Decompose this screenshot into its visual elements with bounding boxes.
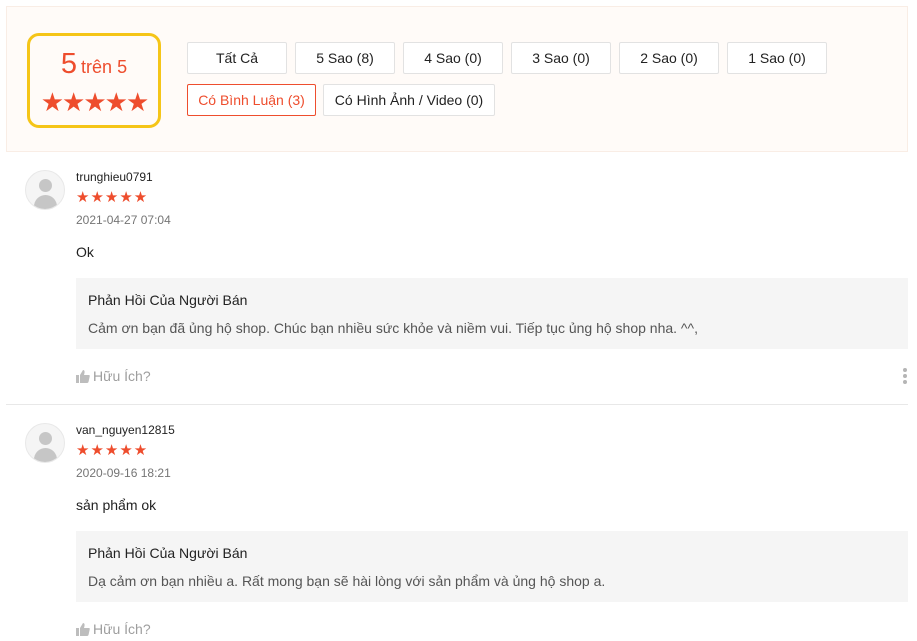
helpful-button[interactable]: Hữu Ích? bbox=[76, 621, 151, 637]
score-out-of: trên 5 bbox=[81, 57, 128, 77]
filter-with-comment-button[interactable]: Có Bình Luận (3) bbox=[187, 84, 316, 116]
filter-2-star-button[interactable]: 2 Sao (0) bbox=[619, 42, 719, 74]
seller-reply-title: Phản Hồi Của Người Bán bbox=[88, 545, 248, 561]
filter-with-media-button[interactable]: Có Hình Ảnh / Video (0) bbox=[323, 84, 495, 116]
more-options-icon[interactable] bbox=[902, 368, 908, 384]
review-item: trunghieu0791 ★★★★★ 2021-04-27 07:04 Ok … bbox=[6, 170, 908, 400]
review-divider bbox=[6, 404, 908, 405]
overall-score: 5 bbox=[60, 48, 78, 80]
review-comment: Ok bbox=[76, 244, 94, 260]
filter-5-star-button[interactable]: 5 Sao (8) bbox=[295, 42, 395, 74]
helpful-button[interactable]: Hữu Ích? bbox=[76, 368, 151, 384]
review-star-icons: ★★★★★ bbox=[76, 442, 149, 459]
review-item: van_nguyen12815 ★★★★★ 2020-09-16 18:21 s… bbox=[6, 423, 908, 641]
review-comment: sản phẩm ok bbox=[76, 497, 157, 513]
helpful-label: Hữu Ích? bbox=[93, 621, 151, 637]
user-avatar-icon bbox=[25, 423, 65, 463]
review-date: 2020-09-16 18:21 bbox=[76, 466, 171, 480]
overall-rating-box: 5 trên 5 ★★★★★ bbox=[27, 33, 161, 128]
filter-3-star-button[interactable]: 3 Sao (0) bbox=[511, 42, 611, 74]
review-star-icons: ★★★★★ bbox=[76, 189, 149, 206]
seller-reply-text: Dạ cảm ơn bạn nhiều a. Rất mong bạn sẽ h… bbox=[88, 573, 606, 589]
filter-1-star-button[interactable]: 1 Sao (0) bbox=[727, 42, 827, 74]
seller-reply: Phản Hồi Của Người Bán Cảm ơn bạn đã ủng… bbox=[76, 278, 908, 349]
overall-star-icons: ★★★★★ bbox=[40, 87, 150, 117]
review-username[interactable]: trunghieu0791 bbox=[76, 170, 153, 184]
user-avatar-icon bbox=[25, 170, 65, 210]
filter-4-star-button[interactable]: 4 Sao (0) bbox=[403, 42, 503, 74]
thumbs-up-icon bbox=[76, 623, 90, 636]
thumbs-up-icon bbox=[76, 370, 90, 383]
seller-reply: Phản Hồi Của Người Bán Dạ cảm ơn bạn nhi… bbox=[76, 531, 908, 602]
rating-summary-panel: 5 trên 5 ★★★★★ Tất Cả 5 Sao (8) 4 Sao (0)… bbox=[6, 6, 908, 152]
helpful-label: Hữu Ích? bbox=[93, 368, 151, 384]
seller-reply-title: Phản Hồi Của Người Bán bbox=[88, 292, 248, 308]
review-username[interactable]: van_nguyen12815 bbox=[76, 423, 175, 437]
filter-all-button[interactable]: Tất Cả bbox=[187, 42, 287, 74]
review-date: 2021-04-27 07:04 bbox=[76, 213, 171, 227]
seller-reply-text: Cảm ơn bạn đã ủng hộ shop. Chúc bạn nhiề… bbox=[88, 320, 698, 336]
